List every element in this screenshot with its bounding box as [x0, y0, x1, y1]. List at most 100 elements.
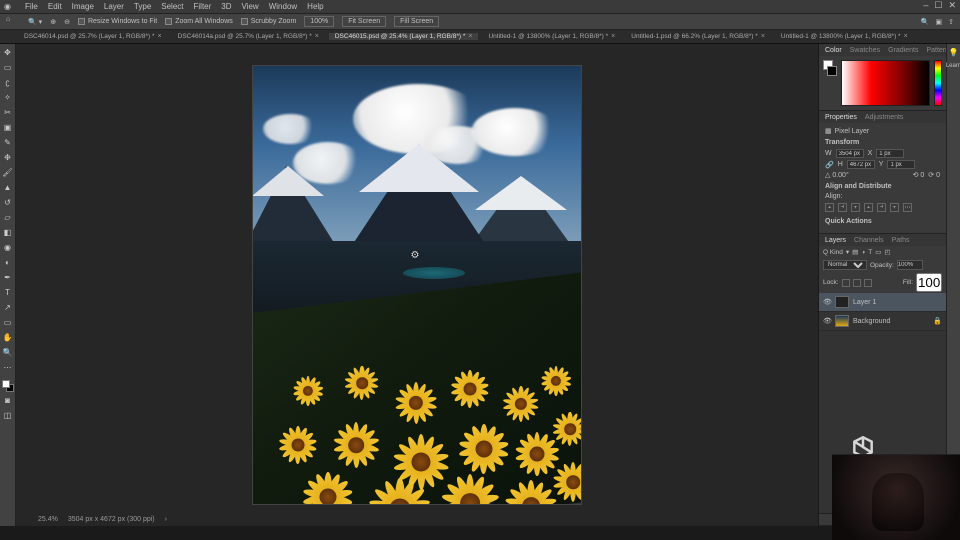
layer-thumb[interactable]	[835, 315, 849, 327]
gradient-tool[interactable]: ◧	[1, 226, 14, 239]
hand-tool[interactable]: ✋	[1, 331, 14, 344]
layer-row[interactable]: 👁 Background 🔒	[819, 312, 946, 331]
eraser-tool[interactable]: ▱	[1, 211, 14, 224]
lightbulb-icon[interactable]: 💡	[949, 48, 959, 57]
color-ramp[interactable]	[841, 60, 930, 106]
zoom-in-icon[interactable]: ⊕	[50, 18, 56, 26]
fit-screen-button[interactable]: Fit Screen	[342, 16, 386, 27]
opacity-field[interactable]	[897, 260, 923, 270]
menu-image[interactable]: Image	[72, 2, 94, 11]
close-icon[interactable]: ×	[158, 33, 162, 40]
crop-tool[interactable]: ✂	[1, 106, 14, 119]
y-field[interactable]	[887, 160, 915, 169]
tab-properties[interactable]: Properties	[825, 114, 857, 121]
fill-screen-button[interactable]: Fill Screen	[394, 16, 439, 27]
quickmask-tool[interactable]: ◙	[1, 394, 14, 407]
doc-tab-1[interactable]: DSC46014a.psd @ 25.7% (Layer 1, RGB/8*) …	[172, 33, 325, 40]
layer-name[interactable]: Background	[853, 318, 890, 325]
close-button[interactable]: ✕	[948, 0, 956, 11]
height-field[interactable]	[847, 160, 875, 169]
close-icon[interactable]: ×	[468, 33, 472, 40]
close-icon[interactable]: ×	[904, 33, 908, 40]
filter-adj-icon[interactable]: ◑	[861, 249, 865, 256]
link-icon[interactable]: 🔗	[825, 161, 834, 169]
tab-paths[interactable]: Paths	[892, 237, 910, 244]
x-field[interactable]	[876, 149, 904, 158]
workspace-icon[interactable]: ▣	[936, 18, 943, 26]
lock-all-icon[interactable]	[864, 279, 872, 287]
tab-color[interactable]: Color	[825, 47, 842, 54]
menu-help[interactable]: Help	[307, 2, 323, 11]
resize-windows-checkbox[interactable]: Resize Windows to Fit	[78, 18, 157, 25]
home-icon[interactable]: ⌂	[6, 16, 20, 28]
doc-tab-0[interactable]: DSC46014.psd @ 25.7% (Layer 1, RGB/8*) *…	[18, 33, 168, 40]
canvas-area[interactable]: ⚙ 25.4% 3504 px x 4672 px (300 ppi) ›	[16, 44, 818, 526]
lasso-tool[interactable]: ʗ	[1, 76, 14, 89]
menu-filter[interactable]: Filter	[194, 2, 212, 11]
shape-tool[interactable]: ▭	[1, 316, 14, 329]
search-icon[interactable]: 🔍	[921, 18, 930, 26]
filter-smart-icon[interactable]: ◰	[884, 248, 890, 256]
eyedropper-tool[interactable]: ✎	[1, 136, 14, 149]
tab-layers[interactable]: Layers	[825, 237, 846, 244]
filter-pixel-icon[interactable]: ▤	[852, 248, 858, 256]
filter-icon[interactable]: ▾	[846, 248, 849, 256]
stamp-tool[interactable]: ▲	[1, 181, 14, 194]
color-swatch[interactable]	[2, 380, 14, 392]
healing-tool[interactable]: ❉	[1, 151, 14, 164]
visibility-icon[interactable]: 👁	[823, 317, 831, 325]
tab-swatches[interactable]: Swatches	[850, 47, 880, 54]
zoom-tool[interactable]: 🔍	[1, 346, 14, 359]
chevron-right-icon[interactable]: ›	[165, 516, 167, 523]
minimize-button[interactable]: –	[923, 0, 928, 11]
menu-layer[interactable]: Layer	[104, 2, 124, 11]
zoom-out-icon[interactable]: ⊖	[64, 18, 70, 26]
document-canvas[interactable]: ⚙	[252, 65, 582, 505]
blend-mode-select[interactable]: Normal	[823, 260, 867, 270]
zoom-level[interactable]: 25.4%	[38, 516, 58, 523]
marquee-tool[interactable]: ▭	[1, 61, 14, 74]
filter-type-icon[interactable]: T	[868, 249, 872, 256]
fill-field[interactable]	[916, 273, 942, 292]
width-field[interactable]	[836, 149, 864, 158]
layer-row[interactable]: 👁 Layer 1	[819, 293, 946, 312]
share-icon[interactable]: ⇪	[948, 18, 954, 26]
brush-tool[interactable]: 🖌	[1, 166, 14, 179]
close-icon[interactable]: ×	[761, 33, 765, 40]
move-tool[interactable]: ✥	[1, 46, 14, 59]
menu-select[interactable]: Select	[161, 2, 183, 11]
edit-toolbar[interactable]: ⋯	[1, 361, 14, 374]
type-tool[interactable]: T	[1, 286, 14, 299]
visibility-icon[interactable]: 👁	[823, 298, 831, 306]
tab-channels[interactable]: Channels	[854, 237, 884, 244]
zoom-100-button[interactable]: 100%	[304, 16, 334, 27]
magic-wand-tool[interactable]: ✧	[1, 91, 14, 104]
close-icon[interactable]: ×	[611, 33, 615, 40]
scrubby-zoom-checkbox[interactable]: Scrubby Zoom	[241, 18, 297, 25]
blur-tool[interactable]: ◉	[1, 241, 14, 254]
tab-gradients[interactable]: Gradients	[888, 47, 918, 54]
filter-shape-icon[interactable]: ▭	[875, 248, 881, 256]
pen-tool[interactable]: ✒	[1, 271, 14, 284]
layer-name[interactable]: Layer 1	[853, 299, 876, 306]
menu-view[interactable]: View	[242, 2, 259, 11]
dodge-tool[interactable]: ◐	[1, 256, 14, 269]
doc-tab-3[interactable]: Untitled-1 @ 13800% (Layer 1, RGB/8*) *×	[482, 33, 621, 40]
path-tool[interactable]: ↗	[1, 301, 14, 314]
zoom-all-checkbox[interactable]: Zoom All Windows	[165, 18, 233, 25]
menu-file[interactable]: File	[25, 2, 38, 11]
learn-label[interactable]: Learn	[946, 63, 960, 69]
color-panel[interactable]	[819, 56, 946, 110]
screenmode-tool[interactable]: ◫	[1, 409, 14, 422]
close-icon[interactable]: ×	[315, 33, 319, 40]
layer-thumb[interactable]	[835, 296, 849, 308]
lock-pixels-icon[interactable]	[842, 279, 850, 287]
history-brush-tool[interactable]: ↺	[1, 196, 14, 209]
doc-tab-2[interactable]: DSC46015.psd @ 25.4% (Layer 1, RGB/8*) *…	[329, 33, 479, 40]
align-buttons[interactable]: ⫠⫞⫟⫠⫞⫟⋯	[825, 203, 940, 212]
lock-position-icon[interactable]	[853, 279, 861, 287]
menu-type[interactable]: Type	[134, 2, 151, 11]
doc-info[interactable]: 3504 px x 4672 px (300 ppi)	[68, 516, 155, 523]
doc-tab-5[interactable]: Untitled-1 @ 13800% (Layer 1, RGB/8*) *×	[775, 33, 914, 40]
menu-window[interactable]: Window	[269, 2, 297, 11]
